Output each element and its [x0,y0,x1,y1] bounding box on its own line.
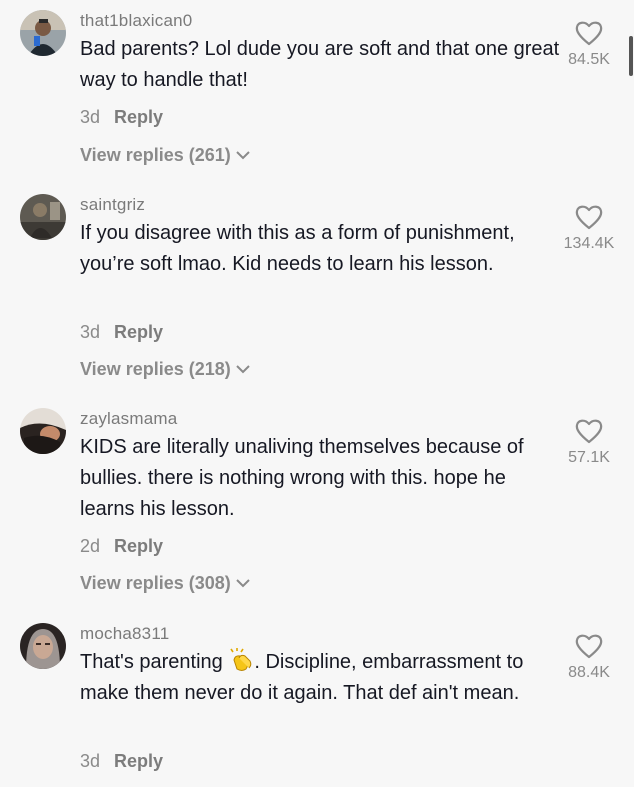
avatar[interactable] [20,408,66,454]
avatar-person-photo-icon [20,194,66,240]
view-replies-label: View replies (261) [80,145,231,165]
comment-username[interactable]: saintgriz [80,194,145,216]
view-replies-label: View replies (308) [80,573,231,593]
comment-meta: 3d Reply [80,106,163,128]
heart-icon[interactable] [575,418,603,444]
chevron-down-icon [236,579,250,588]
comment-username[interactable]: that1blaxican0 [80,10,192,32]
avatar[interactable] [20,10,66,56]
avatar[interactable] [20,194,66,240]
comment-list: that1blaxican0 Bad parents? Lol dude you… [0,0,634,787]
comment-meta: 2d Reply [80,535,163,557]
view-replies-button[interactable]: View replies (261) [80,144,251,166]
avatar-woman-portrait-icon [20,408,66,454]
chevron-down-icon [236,365,250,374]
reply-button[interactable]: Reply [114,107,163,127]
view-replies-button[interactable]: View replies (218) [80,358,251,380]
heart-icon[interactable] [575,204,603,230]
like-count: 88.4K [568,664,610,681]
comment-text: Bad parents? Lol dude you are soft and t… [80,38,560,91]
scrollbar[interactable] [629,36,633,76]
avatar-woman-selfie-icon [20,623,66,669]
clapping-hands-icon [230,648,252,671]
heart-icon[interactable] [575,20,603,46]
like-count: 84.5K [568,51,610,68]
comment-meta: 3d Reply [80,750,163,772]
like-control: 134.4K [554,204,624,254]
comment-text: KIDS are literally unaliving themselves … [80,436,524,520]
view-replies-button[interactable]: View replies (308) [80,572,251,594]
reply-button[interactable]: Reply [114,751,163,771]
comment-text-start: That's parenting [80,651,229,673]
reply-button[interactable]: Reply [114,322,163,342]
like-control: 57.1K [554,418,624,468]
comment-text: That's parenting . Discipline, embarrass… [80,647,562,709]
like-control: 84.5K [554,20,624,70]
like-count: 57.1K [568,449,610,466]
comment-username[interactable]: zaylasmama [80,408,177,430]
comment-age: 2d [80,536,101,556]
comment-text: If you disagree with this as a form of p… [80,222,515,275]
avatar[interactable] [20,623,66,669]
comment-meta: 3d Reply [80,321,163,343]
comment-age: 3d [80,751,101,771]
avatar-man-selfie-icon [20,10,66,56]
comment-username[interactable]: mocha8311 [80,623,169,645]
chevron-down-icon [236,151,250,160]
like-control: 88.4K [554,633,624,683]
like-count: 134.4K [563,235,615,252]
comment-age: 3d [80,322,101,342]
heart-icon[interactable] [575,633,603,659]
comment-age: 3d [80,107,101,127]
view-replies-label: View replies (218) [80,359,231,379]
reply-button[interactable]: Reply [114,536,163,556]
